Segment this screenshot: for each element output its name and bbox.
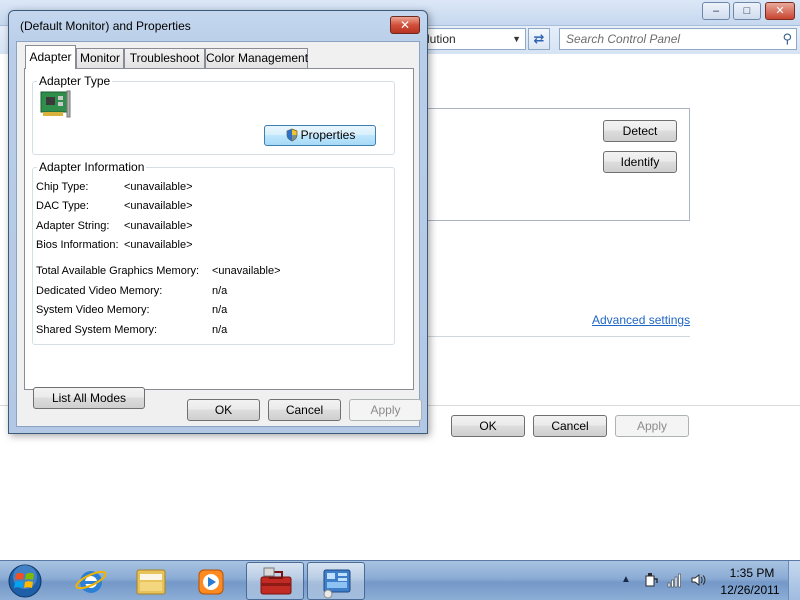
dialog-close-button[interactable]: ✕ — [390, 16, 420, 34]
clock-date[interactable]: 12/26/2011 — [716, 583, 784, 597]
power-icon[interactable] — [643, 572, 659, 588]
chevron-down-icon[interactable]: ▼ — [512, 29, 521, 49]
adapter-information-group: Adapter Information Chip Type: <unavaila… — [32, 160, 395, 345]
address-bar[interactable]: lution ▼ — [414, 28, 526, 50]
adapter-properties-button[interactable]: Properties — [264, 125, 376, 146]
internet-explorer-icon — [75, 570, 107, 593]
taskbar-toolbox-app[interactable] — [246, 562, 304, 600]
properties-button-label: Properties — [300, 128, 356, 142]
volume-icon[interactable] — [690, 572, 706, 588]
control-panel-icon — [323, 569, 351, 599]
show-hidden-icons-icon[interactable]: ▲ — [621, 572, 637, 588]
tab-color-management[interactable]: Color Management — [205, 48, 308, 68]
search-placeholder: Search Control Panel — [566, 32, 681, 46]
dialog-cancel-button[interactable]: Cancel — [268, 399, 341, 421]
dialog-body: Adapter Monitor Troubleshoot Color Manag… — [16, 41, 422, 427]
total-graphics-memory-value: <unavailable> — [212, 265, 281, 277]
address-text: lution — [427, 32, 456, 46]
maximize-button[interactable]: □ — [733, 2, 761, 20]
total-graphics-memory-label: Total Available Graphics Memory: — [36, 265, 200, 277]
divider — [426, 336, 690, 337]
taskbar-internet-explorer[interactable] — [62, 562, 120, 600]
adapter-type-group: Adapter Type Properties — [32, 74, 395, 155]
taskbar-control-panel[interactable] — [307, 562, 365, 600]
network-signal-icon[interactable] — [667, 572, 683, 588]
minimize-button[interactable]: – — [702, 2, 730, 20]
ok-button[interactable]: OK — [451, 415, 525, 437]
shield-icon — [286, 128, 297, 142]
adapter-information-label: Adapter Information — [37, 160, 147, 174]
chip-type-value: <unavailable> — [124, 181, 193, 193]
tab-adapter[interactable]: Adapter — [25, 45, 76, 69]
advanced-settings-link[interactable]: Advanced settings — [592, 313, 690, 327]
dialog-ok-button[interactable]: OK — [187, 399, 260, 421]
video-card-icon — [40, 90, 71, 118]
adapter-string-value: <unavailable> — [124, 220, 193, 232]
folder-icon — [136, 569, 166, 595]
taskbar: ▲ — [0, 560, 800, 600]
start-button-icon[interactable] — [6, 563, 44, 599]
tab-troubleshoot[interactable]: Troubleshoot — [124, 48, 205, 68]
adapter-properties-dialog: (Default Monitor) and Properties ✕ Adapt… — [8, 10, 428, 434]
shared-system-memory-label: Shared System Memory: — [36, 324, 158, 336]
taskbar-media-player[interactable] — [182, 562, 240, 600]
adapter-type-label: Adapter Type — [37, 74, 113, 88]
identify-button[interactable]: Identify — [603, 151, 677, 173]
show-desktop-button[interactable] — [788, 561, 800, 600]
dialog-apply-button: Apply — [349, 399, 422, 421]
system-video-memory-value: n/a — [212, 304, 228, 316]
clock-time[interactable]: 1:35 PM — [720, 566, 784, 580]
dac-type-label: DAC Type: — [36, 200, 89, 212]
adapter-string-label: Adapter String: — [36, 220, 110, 232]
dedicated-video-memory-label: Dedicated Video Memory: — [36, 285, 163, 297]
detect-button[interactable]: Detect — [603, 120, 677, 142]
list-all-modes-button[interactable]: List All Modes — [33, 387, 145, 409]
toolbox-icon — [260, 567, 292, 595]
dialog-title: (Default Monitor) and Properties — [20, 19, 191, 33]
cancel-button[interactable]: Cancel — [533, 415, 607, 437]
dac-type-value: <unavailable> — [124, 200, 193, 212]
media-player-icon — [198, 569, 224, 595]
shared-system-memory-value: n/a — [212, 324, 228, 336]
search-input[interactable]: Search Control Panel ⚲ — [559, 28, 797, 50]
adapter-tab-page: Adapter Type Properties Adapter Informat… — [24, 68, 414, 409]
bios-information-value: <unavailable> — [124, 239, 193, 251]
taskbar-windows-explorer[interactable] — [122, 562, 180, 600]
dedicated-video-memory-value: n/a — [212, 285, 228, 297]
search-icon[interactable]: ⚲ — [782, 29, 792, 49]
bios-information-label: Bios Information: — [36, 239, 119, 251]
system-video-memory-label: System Video Memory: — [36, 304, 150, 316]
tab-monitor[interactable]: Monitor — [76, 48, 124, 68]
close-button[interactable]: ✕ — [765, 2, 795, 20]
refresh-icon[interactable]: ⇄ — [528, 28, 550, 50]
chip-type-label: Chip Type: — [36, 181, 89, 193]
apply-button: Apply — [615, 415, 689, 437]
